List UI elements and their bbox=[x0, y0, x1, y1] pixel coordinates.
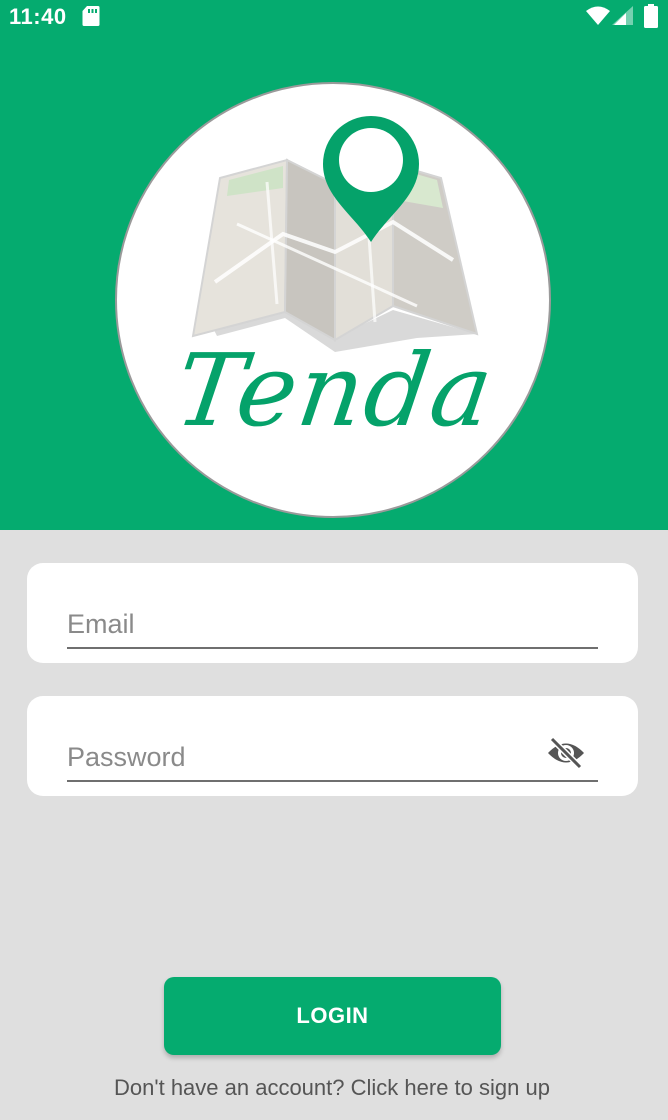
password-card bbox=[27, 696, 638, 796]
eye-off-icon[interactable] bbox=[546, 736, 586, 770]
logo-wordmark: Tenda bbox=[168, 332, 502, 449]
login-button[interactable]: LOGIN bbox=[164, 977, 501, 1055]
signup-link[interactable]: Don't have an account? Click here to sig… bbox=[0, 1075, 664, 1101]
header-banner: 11:40 Tenda bbox=[0, 0, 668, 530]
status-time: 11:40 bbox=[9, 4, 67, 29]
wifi-icon bbox=[586, 6, 610, 25]
password-field[interactable] bbox=[67, 734, 598, 782]
cell-signal-icon bbox=[612, 6, 633, 25]
folded-map-icon bbox=[191, 116, 479, 352]
battery-icon bbox=[644, 4, 658, 28]
status-bar: 11:40 bbox=[0, 0, 668, 34]
app-logo: Tenda bbox=[115, 82, 551, 518]
email-field[interactable] bbox=[67, 601, 598, 649]
email-card bbox=[27, 563, 638, 663]
sd-card-icon bbox=[82, 6, 100, 26]
